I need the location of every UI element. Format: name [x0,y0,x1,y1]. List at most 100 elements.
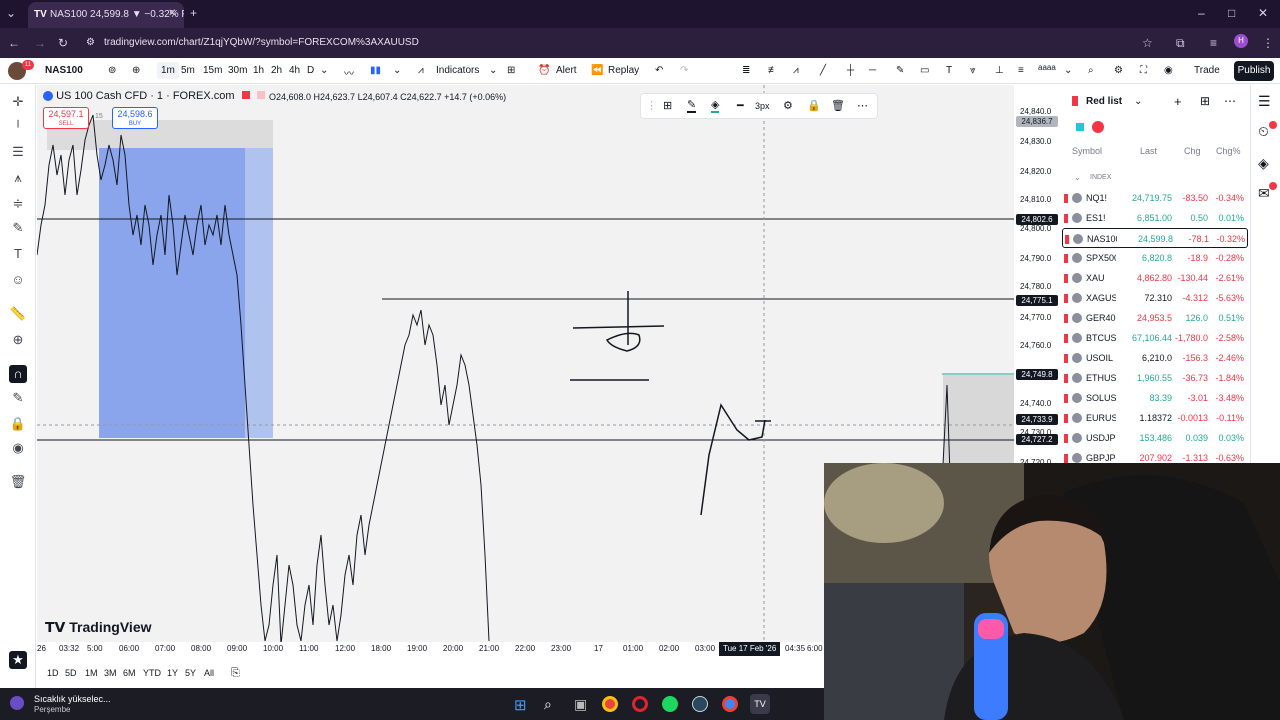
watchlist-row[interactable]: NAS100 24,599.8 -78.1 -0.32% [1062,228,1248,248]
channel-icon[interactable]: ≢ [768,65,778,76]
row-flag-icon[interactable] [1064,274,1068,283]
minimize-icon[interactable]: – [1198,6,1205,20]
price-flag-label[interactable]: 24,749.8 [1016,369,1058,380]
flag-cyan-icon[interactable] [1076,123,1084,131]
range-3m[interactable]: 3M [104,668,117,678]
range-all[interactable]: All [204,668,214,678]
chrome-icon[interactable] [602,696,618,712]
vertical-line-icon[interactable]: ┼ [847,65,854,76]
chevron-down-icon[interactable]: ⌄ [1134,96,1142,107]
ruler-icon[interactable]: 📏 [9,305,27,323]
interval-d[interactable]: D [307,65,314,76]
watchlist-row[interactable]: ES1! 6,851.00 0.50 0.01% [1062,208,1248,228]
fullscreen-icon[interactable]: ⛶ [1140,65,1147,76]
zigzag-icon[interactable]: ⩘ [793,65,799,76]
row-flag-icon[interactable] [1064,434,1068,443]
favorites-icon[interactable]: ★ [9,651,27,669]
row-flag-icon[interactable] [1064,354,1068,363]
buy-button[interactable]: 24,598.6 BUY [112,107,158,129]
url-field[interactable]: ⚙ tradingview.com/chart/Z1qjYQbW/?symbol… [80,32,1160,54]
marker-icon[interactable]: ⩔ [970,65,976,76]
watchlist-row[interactable]: GER40 24,953.5 126.0 0.51% [1062,308,1248,328]
browser-menu-icon[interactable]: ⋮ [1262,36,1274,50]
row-flag-icon[interactable] [1064,254,1068,263]
media-icon[interactable]: ≡ [1210,36,1217,50]
tradingview-app-icon[interactable]: TV [750,694,770,714]
chevron-down-icon[interactable]: ⌄ [1064,65,1072,76]
pitchfork-icon[interactable]: ⩚ [9,169,27,187]
zoom-icon[interactable]: ⊕ [9,331,27,349]
header-last[interactable]: Last [1140,146,1157,156]
add-symbol-icon[interactable]: ⊕ [132,65,140,76]
close-window-icon[interactable]: ✕ [1258,6,1268,20]
trash-icon[interactable]: 🗑 [9,473,27,491]
range-1d[interactable]: 1D [47,668,59,678]
undo-icon[interactable]: ↶ [655,65,663,76]
browser-tab[interactable]: TV NAS100 24,599.8 ▼ −0.32% Pa [28,2,184,28]
interval-1m[interactable]: 1m [157,62,179,79]
watchlist-row[interactable]: XAU 4,862.80 -130.44 -2.61% [1062,268,1248,288]
section-label[interactable]: INDEX [1090,174,1111,181]
row-flag-icon[interactable] [1064,394,1068,403]
chevron-down-icon[interactable]: ⌄ [393,65,401,76]
redo-icon[interactable]: ↷ [680,65,688,76]
chevron-down-icon[interactable]: ⌄ [320,65,328,76]
close-tab-icon[interactable]: ✕ [168,7,176,21]
drag-handle-icon[interactable]: ⋮ [646,99,657,112]
profile-avatar[interactable]: H [1234,34,1248,48]
lock-icon[interactable]: 🔒 [9,415,27,433]
header-chgp[interactable]: Chg% [1216,146,1241,156]
rectangle-icon[interactable]: ▭ [920,65,929,76]
search-icon[interactable]: ⌕ [544,696,552,713]
watchlist-row[interactable]: EURUSD 1.18372 -0.0013 -0.11% [1062,408,1248,428]
horizontal-line-icon[interactable]: ─ [869,65,876,76]
chart-title[interactable]: US 100 Cash CFD · 1 · FOREX.com [56,90,235,102]
range-5y[interactable]: 5Y [185,668,196,678]
line-color-icon[interactable]: ✎ [687,98,697,113]
brush-icon[interactable]: ✎ [9,219,27,237]
compare-icon[interactable]: ⊚ [108,65,116,76]
range-6m[interactable]: 6M [123,668,136,678]
watchlist-row[interactable]: SOLUSD 83.39 -3.01 -3.48% [1062,388,1248,408]
row-flag-icon[interactable] [1064,374,1068,383]
trade-button[interactable]: Trade [1194,65,1220,76]
interval-5m[interactable]: 5m [181,65,195,76]
bookmark-star-icon[interactable]: ☆ [1142,36,1153,50]
weather-icon[interactable] [10,696,24,710]
new-tab-icon[interactable]: + [190,6,197,20]
interval-1h[interactable]: 1h [253,65,264,76]
section-chevron-icon[interactable]: ⌄ [1074,173,1081,182]
tab-search-icon[interactable]: ⌄ [6,6,16,20]
replay-icon[interactable]: ⏪ [591,65,603,76]
alerts-icon[interactable]: ⏲ [1258,123,1269,140]
row-flag-icon[interactable] [1064,214,1068,223]
alert-button[interactable]: Alert [556,65,577,76]
range-ytd[interactable]: YTD [143,668,161,678]
range-1m[interactable]: 1M [85,668,98,678]
publish-button[interactable]: Publish [1234,61,1274,81]
row-flag-icon[interactable] [1064,194,1068,203]
eye-icon[interactable]: ◉ [9,439,27,457]
row-flag-icon[interactable] [1065,235,1069,244]
price-flag-label[interactable]: 24,733.9 [1016,414,1058,425]
templates-icon[interactable]: ⊞ [507,65,515,76]
chrome-profile-icon[interactable] [722,696,738,712]
more-icon[interactable]: ⋯ [857,99,868,112]
alert-icon[interactable]: ⏰ [538,65,550,76]
date-range-icon[interactable]: ⎘ [231,667,240,680]
fill-color-icon[interactable]: ◈ [711,98,720,113]
header-chg[interactable]: Chg [1184,146,1201,156]
watchlist-row[interactable]: BTCUSD 67,106.44-1,780.0 -2.58% [1062,328,1248,348]
sell-button[interactable]: 24,597.1 SELL [43,107,89,129]
row-flag-icon[interactable] [1064,294,1068,303]
row-flag-icon[interactable] [1064,334,1068,343]
emoji-icon[interactable]: ☺ [9,271,27,289]
row-flag-icon[interactable] [1064,314,1068,323]
maximize-icon[interactable]: □ [1228,6,1235,20]
line-width-icon[interactable]: ━ [737,99,744,112]
price-flag-label[interactable]: 24,727.2 [1016,434,1058,445]
reload-icon[interactable]: ↻ [58,36,68,50]
flag-red-icon[interactable] [1092,121,1104,133]
eye-toggle-icon[interactable] [256,91,265,99]
watchlist-row[interactable]: USOIL 6,210.0 -156.3 -2.46% [1062,348,1248,368]
